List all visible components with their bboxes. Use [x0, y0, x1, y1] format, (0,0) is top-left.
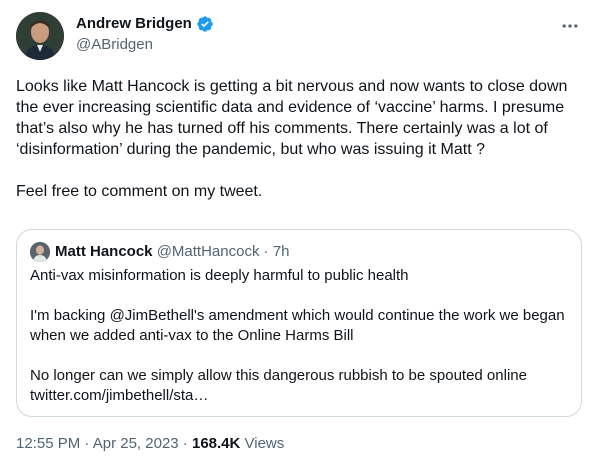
more-horizontal-icon — [562, 24, 578, 28]
verified-badge-icon — [197, 16, 213, 32]
footer-separator: · — [80, 435, 93, 452]
more-options-button[interactable] — [556, 12, 584, 40]
tweet-time[interactable]: 12:55 PM — [16, 435, 80, 452]
quoted-separator: · — [259, 243, 273, 260]
author-avatar[interactable] — [16, 12, 64, 60]
tweet-text: Looks like Matt Hancock is getting a bit… — [16, 78, 568, 200]
quoted-time: 7h — [272, 243, 290, 260]
footer-separator-2: · — [178, 435, 192, 452]
author-handle[interactable]: @ABridgen — [76, 35, 153, 55]
author-name-text[interactable]: Andrew Bridgen — [76, 14, 192, 34]
views-count: 168.4K — [191, 435, 241, 452]
views-label: Views — [240, 435, 285, 452]
quoted-author-name: Matt Hancock — [55, 243, 153, 260]
tweet: Andrew Bridgen @ABridgen Looks like Matt… — [0, 0, 600, 460]
quoted-tweet[interactable]: Matt Hancock @MattHancock · 7h Anti-vax … — [16, 229, 582, 417]
tweet-date[interactable]: Apr 25, 2023 — [93, 435, 179, 452]
tweet-footer: 12:55 PM · Apr 25, 2023 · 168.4K Views — [16, 434, 284, 454]
quoted-author-avatar — [30, 242, 50, 262]
quoted-text: Anti-vax misinformation is deeply harmfu… — [30, 267, 565, 404]
quoted-header: Matt Hancock @MattHancock · 7h — [55, 242, 290, 262]
quoted-author-handle: @MattHancock — [156, 243, 260, 260]
author-name[interactable]: Andrew Bridgen — [76, 14, 214, 34]
